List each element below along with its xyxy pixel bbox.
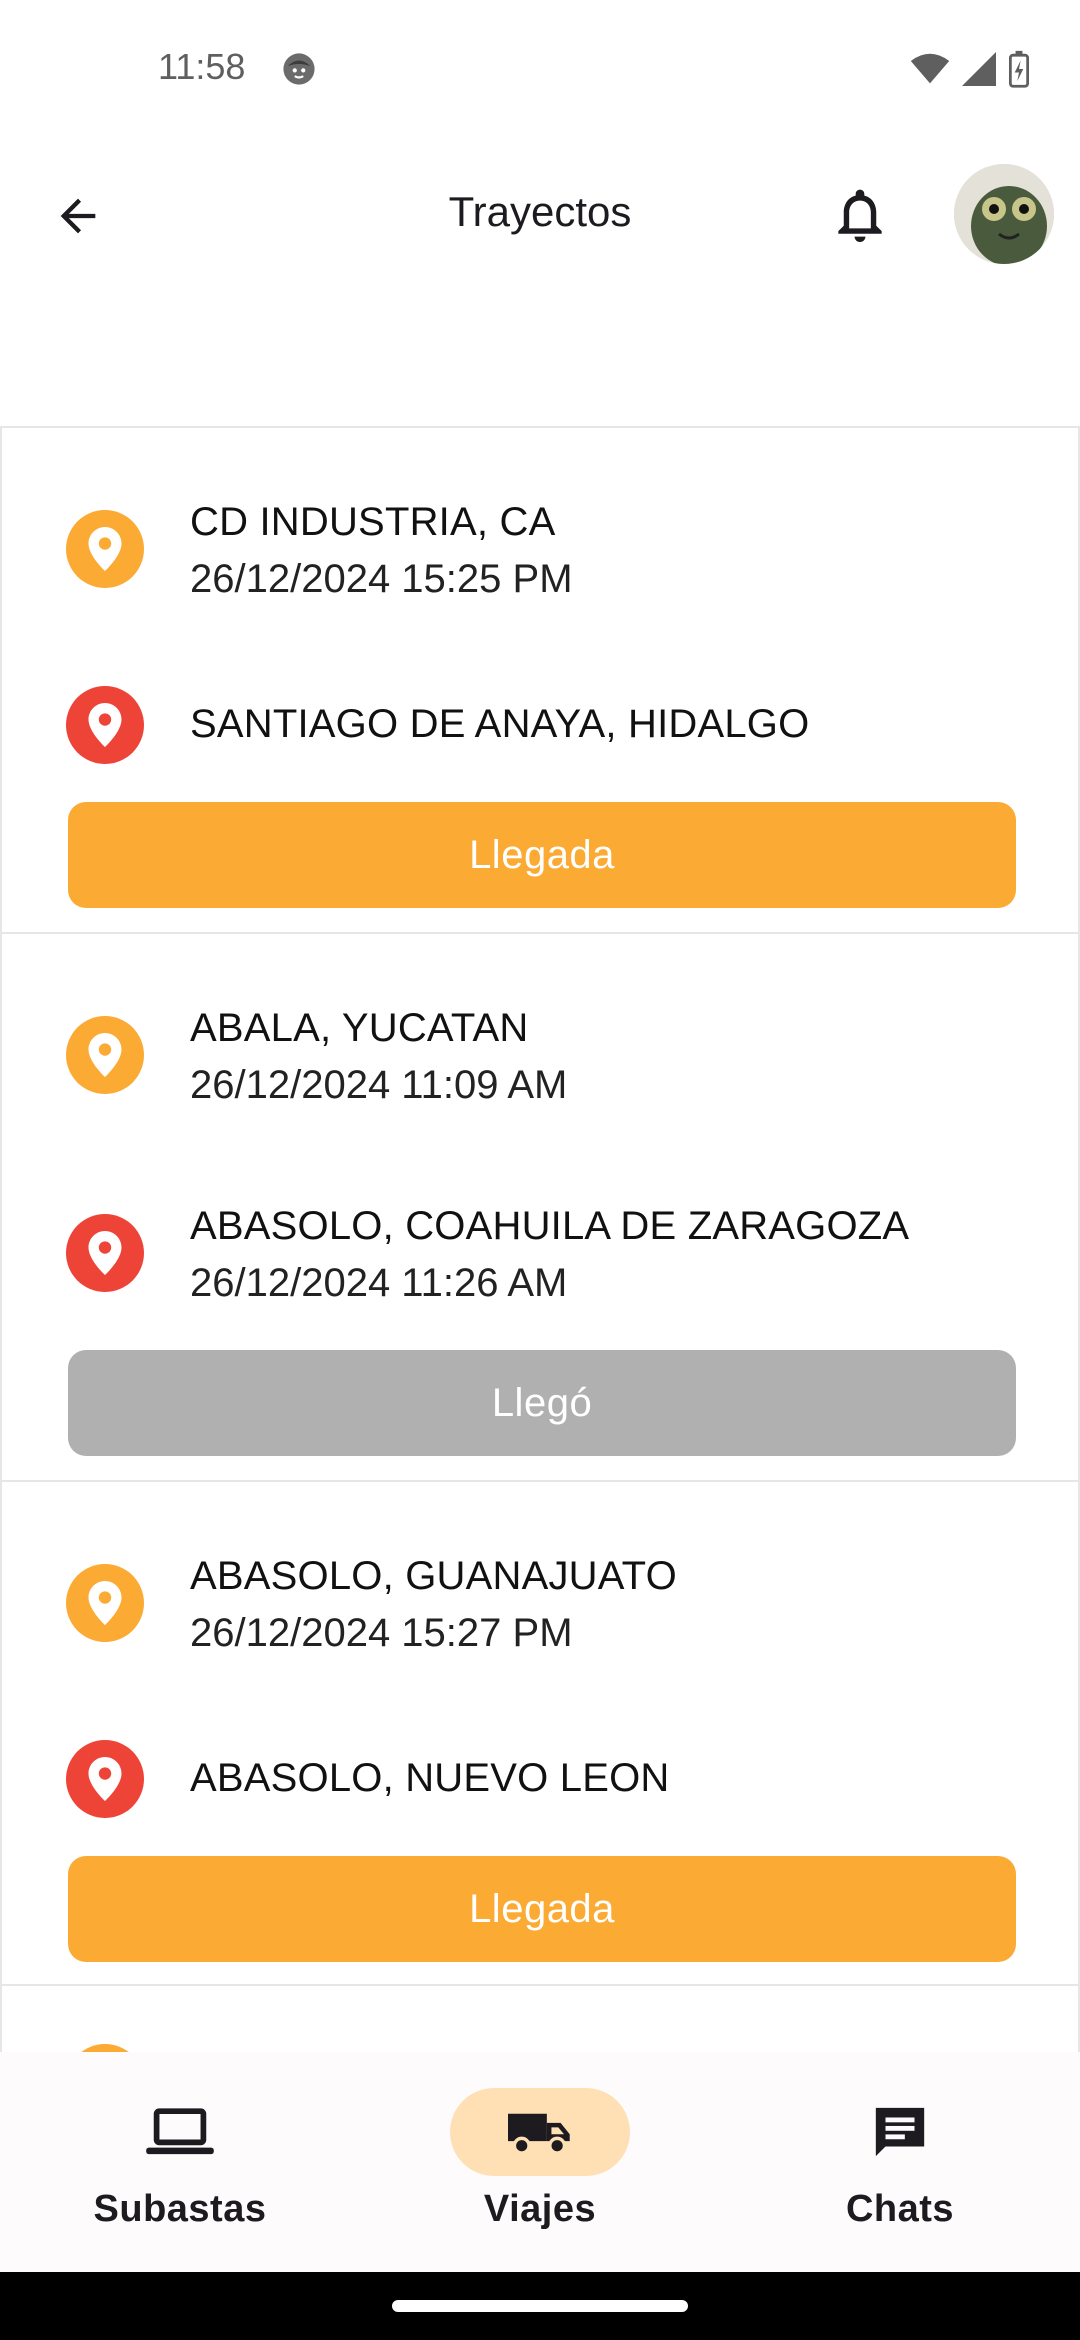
nav-item-chats[interactable]: Chats bbox=[720, 2052, 1080, 2272]
destination-info: ABASOLO, NUEVO LEON bbox=[190, 1750, 670, 1806]
destination-info: ABASOLO, COAHUILA DE ZARAGOZA 26/12/2024… bbox=[190, 1198, 909, 1312]
nav-label: Subastas bbox=[93, 2188, 267, 2230]
system-gesture-bar bbox=[0, 2272, 1080, 2340]
origin-date: 26/12/2024 15:27 PM bbox=[190, 1611, 573, 1655]
destination-date: 26/12/2024 11:26 AM bbox=[190, 1261, 568, 1305]
destination-pin bbox=[66, 1740, 144, 1818]
status-time: 11:58 bbox=[158, 46, 246, 87]
location-pin-icon bbox=[88, 1757, 122, 1801]
destination-place: ABASOLO, NUEVO LEON bbox=[190, 1756, 670, 1800]
arrived-button[interactable]: Llegó bbox=[68, 1350, 1016, 1456]
status-bar: 11:58 bbox=[0, 0, 1080, 140]
trips-list[interactable]: CD INDUSTRIA, CA 26/12/2024 15:25 PM SAN… bbox=[0, 426, 1080, 2054]
cell-signal-icon bbox=[962, 52, 996, 86]
notification-face-icon bbox=[283, 53, 315, 85]
notifications-button[interactable] bbox=[828, 180, 892, 252]
nav-icon-container bbox=[810, 2088, 990, 2176]
nav-icon-container bbox=[90, 2088, 270, 2176]
origin-pin bbox=[66, 510, 144, 588]
origin-info: ABASOLO, GUANAJUATO 26/12/2024 15:27 PM bbox=[190, 1548, 677, 1662]
origin-info: CD INDUSTRIA, CA 26/12/2024 15:25 PM bbox=[190, 494, 573, 608]
nav-label: Chats bbox=[845, 2188, 955, 2230]
wifi-icon bbox=[910, 53, 950, 84]
battery-charging-icon bbox=[1008, 50, 1030, 88]
bell-icon bbox=[838, 189, 882, 242]
location-pin-icon bbox=[88, 703, 122, 747]
destination-place: ABASOLO, COAHUILA DE ZARAGOZA bbox=[190, 1204, 910, 1248]
truck-icon bbox=[508, 2113, 570, 2155]
location-pin-icon bbox=[88, 1033, 122, 1077]
arrival-button[interactable]: Llegada bbox=[68, 802, 1016, 908]
user-avatar[interactable] bbox=[954, 164, 1054, 264]
app-bar: Trayectos bbox=[0, 140, 1080, 280]
origin-pin bbox=[66, 1016, 144, 1094]
location-pin-icon bbox=[88, 1231, 122, 1275]
nav-item-subastas[interactable]: Subastas bbox=[0, 2052, 360, 2272]
origin-place: ABALA, YUCATAN bbox=[190, 1006, 529, 1050]
status-icons bbox=[910, 50, 1030, 88]
laptop-icon bbox=[146, 2108, 214, 2155]
nav-item-viajes[interactable]: Viajes bbox=[360, 2052, 720, 2272]
origin-pin bbox=[66, 1564, 144, 1642]
location-pin-icon bbox=[88, 527, 122, 571]
destination-pin bbox=[66, 686, 144, 764]
destination-place: SANTIAGO DE ANAYA, HIDALGO bbox=[190, 702, 810, 746]
nav-label: Viajes bbox=[483, 2188, 597, 2230]
bottom-navigation: Subastas Viajes Chats bbox=[0, 2052, 1080, 2272]
origin-date: 26/12/2024 15:25 PM bbox=[190, 557, 573, 601]
destination-pin bbox=[66, 1214, 144, 1292]
nav-icon-container bbox=[450, 2088, 630, 2176]
destination-info: SANTIAGO DE ANAYA, HIDALGO bbox=[190, 696, 809, 752]
trip-card: ABASOLO, GUANAJUATO 26/12/2024 15:27 PM … bbox=[0, 1482, 1080, 1986]
page-title: Trayectos bbox=[448, 188, 632, 235]
chat-icon bbox=[875, 2107, 925, 2157]
arrival-button[interactable]: Llegada bbox=[68, 1856, 1016, 1962]
origin-place: CD INDUSTRIA, CA bbox=[190, 500, 556, 544]
trip-card: ABALA, YUCATAN 26/12/2024 11:09 AM ABASO… bbox=[0, 934, 1080, 1482]
origin-date: 26/12/2024 11:09 AM bbox=[190, 1063, 568, 1107]
origin-info: ABALA, YUCATAN 26/12/2024 11:09 AM bbox=[190, 1000, 567, 1114]
avatar-photo-icon bbox=[954, 164, 1054, 264]
home-gesture-handle[interactable] bbox=[392, 2300, 688, 2312]
location-pin-icon bbox=[88, 1581, 122, 1625]
trip-card: CD INDUSTRIA, CA 26/12/2024 15:25 PM SAN… bbox=[0, 428, 1080, 934]
trip-card bbox=[0, 1986, 1080, 2054]
origin-place: ABASOLO, GUANAJUATO bbox=[190, 1554, 677, 1598]
